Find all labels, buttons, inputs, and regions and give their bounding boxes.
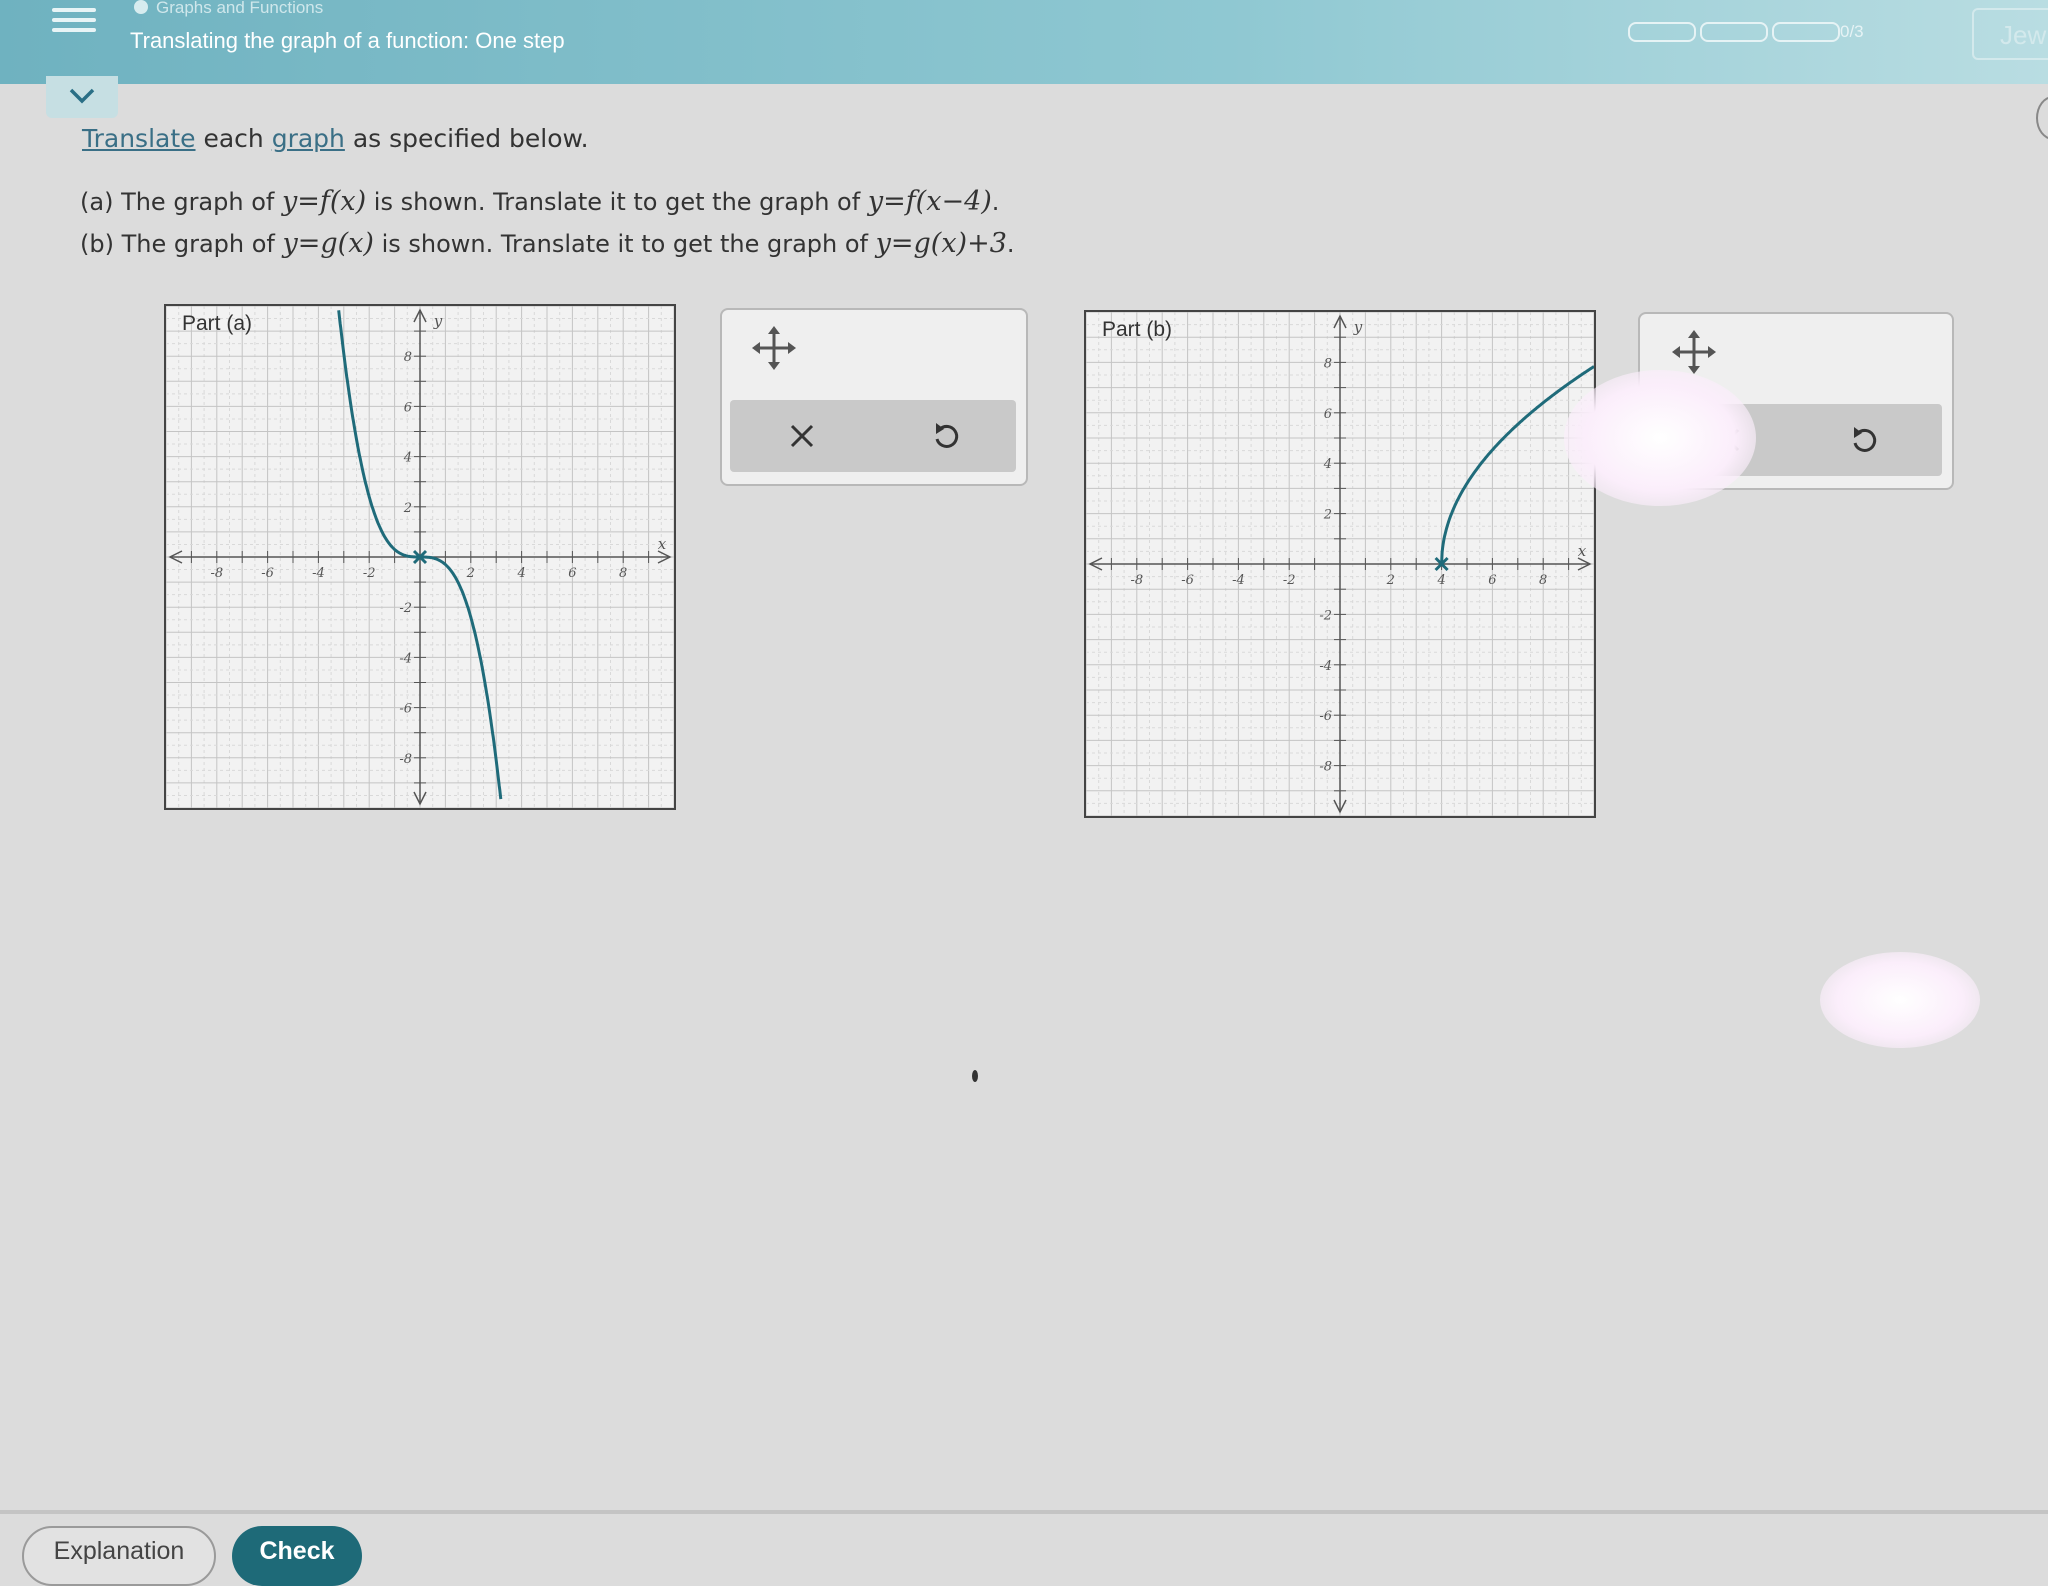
part-a-middle: is shown. Translate it to get the graph … bbox=[366, 188, 868, 216]
footer-divider bbox=[0, 1510, 2048, 1514]
graph-part-b[interactable]: -8 -6 -4 -2 2 4 6 8 8 6 4 2 -2 -4 -6 -8 x y Part (b) bbox=[1084, 310, 1596, 818]
y-axis-label: y bbox=[433, 312, 443, 330]
x-tick-label: -6 bbox=[261, 566, 274, 581]
undo-button-a[interactable] bbox=[906, 400, 986, 472]
lesson-title: Translating the graph of a function: One… bbox=[130, 28, 565, 53]
y-tick-label: 4 bbox=[1323, 457, 1332, 472]
x-tick-label: 8 bbox=[1539, 573, 1547, 588]
y-tick-label: -2 bbox=[399, 601, 412, 616]
part-b-middle: is shown. Translate it to get the graph … bbox=[373, 230, 876, 258]
instruction: Translate each graph as specified below. bbox=[82, 124, 589, 153]
y-tick-label: -8 bbox=[399, 752, 412, 767]
y-tick-label: -6 bbox=[1319, 709, 1332, 724]
x-tick-label: -2 bbox=[1283, 573, 1296, 588]
module-label: Graphs and Functions bbox=[156, 0, 324, 17]
top-bar: Graphs and Functions Translating the gra… bbox=[0, 0, 2048, 84]
graph-a-plot[interactable]: -8 -6 -4 -2 2 4 6 8 8 6 4 2 -2 -4 -6 -8 x y bbox=[165, 305, 675, 809]
part-a-statement: (a) The graph of y=f(x) is shown. Transl… bbox=[80, 186, 999, 217]
user-menu[interactable]: Jew bbox=[1972, 8, 2048, 60]
undo-button-b[interactable] bbox=[1824, 404, 1904, 476]
move-tool-a[interactable] bbox=[752, 326, 796, 370]
move-tool-b[interactable] bbox=[1672, 330, 1716, 374]
x-tick-label: 6 bbox=[1488, 573, 1496, 588]
instruction-text-1: each bbox=[195, 124, 272, 153]
x-tick-label: 2 bbox=[1386, 573, 1395, 588]
clear-button-a[interactable] bbox=[762, 400, 842, 472]
graph-b-plot[interactable]: -8 -6 -4 -2 2 4 6 8 8 6 4 2 -2 -4 -6 -8 x y bbox=[1085, 311, 1595, 817]
y-tick-label: -6 bbox=[399, 702, 412, 717]
move-icon bbox=[1672, 330, 1716, 374]
translate-link[interactable]: Translate bbox=[82, 124, 196, 153]
x-tick-label: -4 bbox=[1232, 573, 1245, 588]
explanation-button[interactable]: Explanation bbox=[22, 1526, 216, 1586]
move-icon bbox=[752, 326, 796, 370]
y-tick-label: 8 bbox=[404, 350, 412, 365]
x-tick-label: 8 bbox=[619, 566, 627, 581]
y-tick-label: -4 bbox=[1319, 659, 1332, 674]
screen-glare bbox=[1820, 952, 1980, 1048]
progress-segment bbox=[1700, 22, 1768, 42]
x-tick-label: 2 bbox=[466, 566, 475, 581]
y-tick-label: 4 bbox=[403, 451, 412, 466]
part-b-target: y=g(x)+3 bbox=[875, 228, 1007, 259]
screen-glare bbox=[1564, 370, 1756, 506]
chevron-down-icon bbox=[69, 88, 95, 104]
check-button[interactable]: Check bbox=[232, 1526, 362, 1586]
y-tick-label: 6 bbox=[404, 400, 412, 415]
close-icon bbox=[790, 424, 814, 448]
x-tick-label: -2 bbox=[363, 566, 376, 581]
x-tick-label: -4 bbox=[312, 566, 325, 581]
x-tick-label: 4 bbox=[516, 566, 525, 581]
progress-segment bbox=[1628, 22, 1696, 42]
y-tick-label: 8 bbox=[1324, 356, 1332, 371]
x-tick-label: -8 bbox=[210, 566, 223, 581]
y-tick-label: 6 bbox=[1324, 407, 1332, 422]
part-b-statement: (b) The graph of y=g(x) is shown. Transl… bbox=[80, 228, 1015, 259]
y-tick-label: -8 bbox=[1319, 760, 1332, 775]
part-b-prefix: (b) The graph of bbox=[80, 230, 283, 258]
y-tick-label: 2 bbox=[1323, 508, 1332, 523]
part-b-given: y=g(x) bbox=[282, 228, 374, 259]
y-axis-label: y bbox=[1353, 318, 1363, 336]
y-tick-label: -4 bbox=[399, 651, 412, 666]
part-a-target: y=f(x−4) bbox=[867, 186, 992, 217]
undo-icon bbox=[1853, 427, 1877, 452]
x-axis-label: x bbox=[1578, 542, 1587, 560]
progress-label: 0/3 bbox=[1840, 22, 1864, 41]
x-tick-label: 6 bbox=[568, 566, 576, 581]
tool-bar-a bbox=[730, 400, 1016, 472]
y-tick-label: -2 bbox=[1319, 608, 1332, 623]
x-tick-label: 4 bbox=[1436, 573, 1445, 588]
progress-segment bbox=[1772, 22, 1840, 42]
graph-b-label: Part (b) bbox=[1102, 318, 1173, 341]
x-tick-label: -6 bbox=[1181, 573, 1194, 588]
collapse-toggle[interactable] bbox=[46, 76, 118, 118]
y-tick-label: 2 bbox=[403, 501, 412, 516]
progress-bar bbox=[1628, 22, 1840, 42]
menu-icon[interactable] bbox=[52, 2, 96, 38]
graph-link[interactable]: graph bbox=[272, 124, 345, 153]
x-axis-label: x bbox=[658, 535, 667, 553]
undo-icon bbox=[935, 423, 959, 448]
graph-a-label: Part (a) bbox=[182, 312, 253, 335]
x-tick-label: -8 bbox=[1130, 573, 1143, 588]
screen-speck bbox=[972, 1070, 978, 1082]
graph-part-a[interactable]: -8 -6 -4 -2 2 4 6 8 8 6 4 2 -2 -4 -6 -8 x y Part (a) bbox=[164, 304, 676, 810]
module-dot-icon bbox=[134, 0, 148, 14]
tool-panel-a bbox=[720, 308, 1028, 486]
part-b-suffix: . bbox=[1006, 230, 1015, 258]
instruction-text-2: as specified below. bbox=[344, 124, 589, 153]
module-title: Graphs and Functions bbox=[134, 0, 323, 18]
part-a-given: y=f(x) bbox=[281, 186, 367, 217]
part-a-suffix: . bbox=[991, 188, 1000, 216]
side-panel-handle[interactable] bbox=[2036, 96, 2048, 140]
part-a-prefix: (a) The graph of bbox=[80, 188, 282, 216]
